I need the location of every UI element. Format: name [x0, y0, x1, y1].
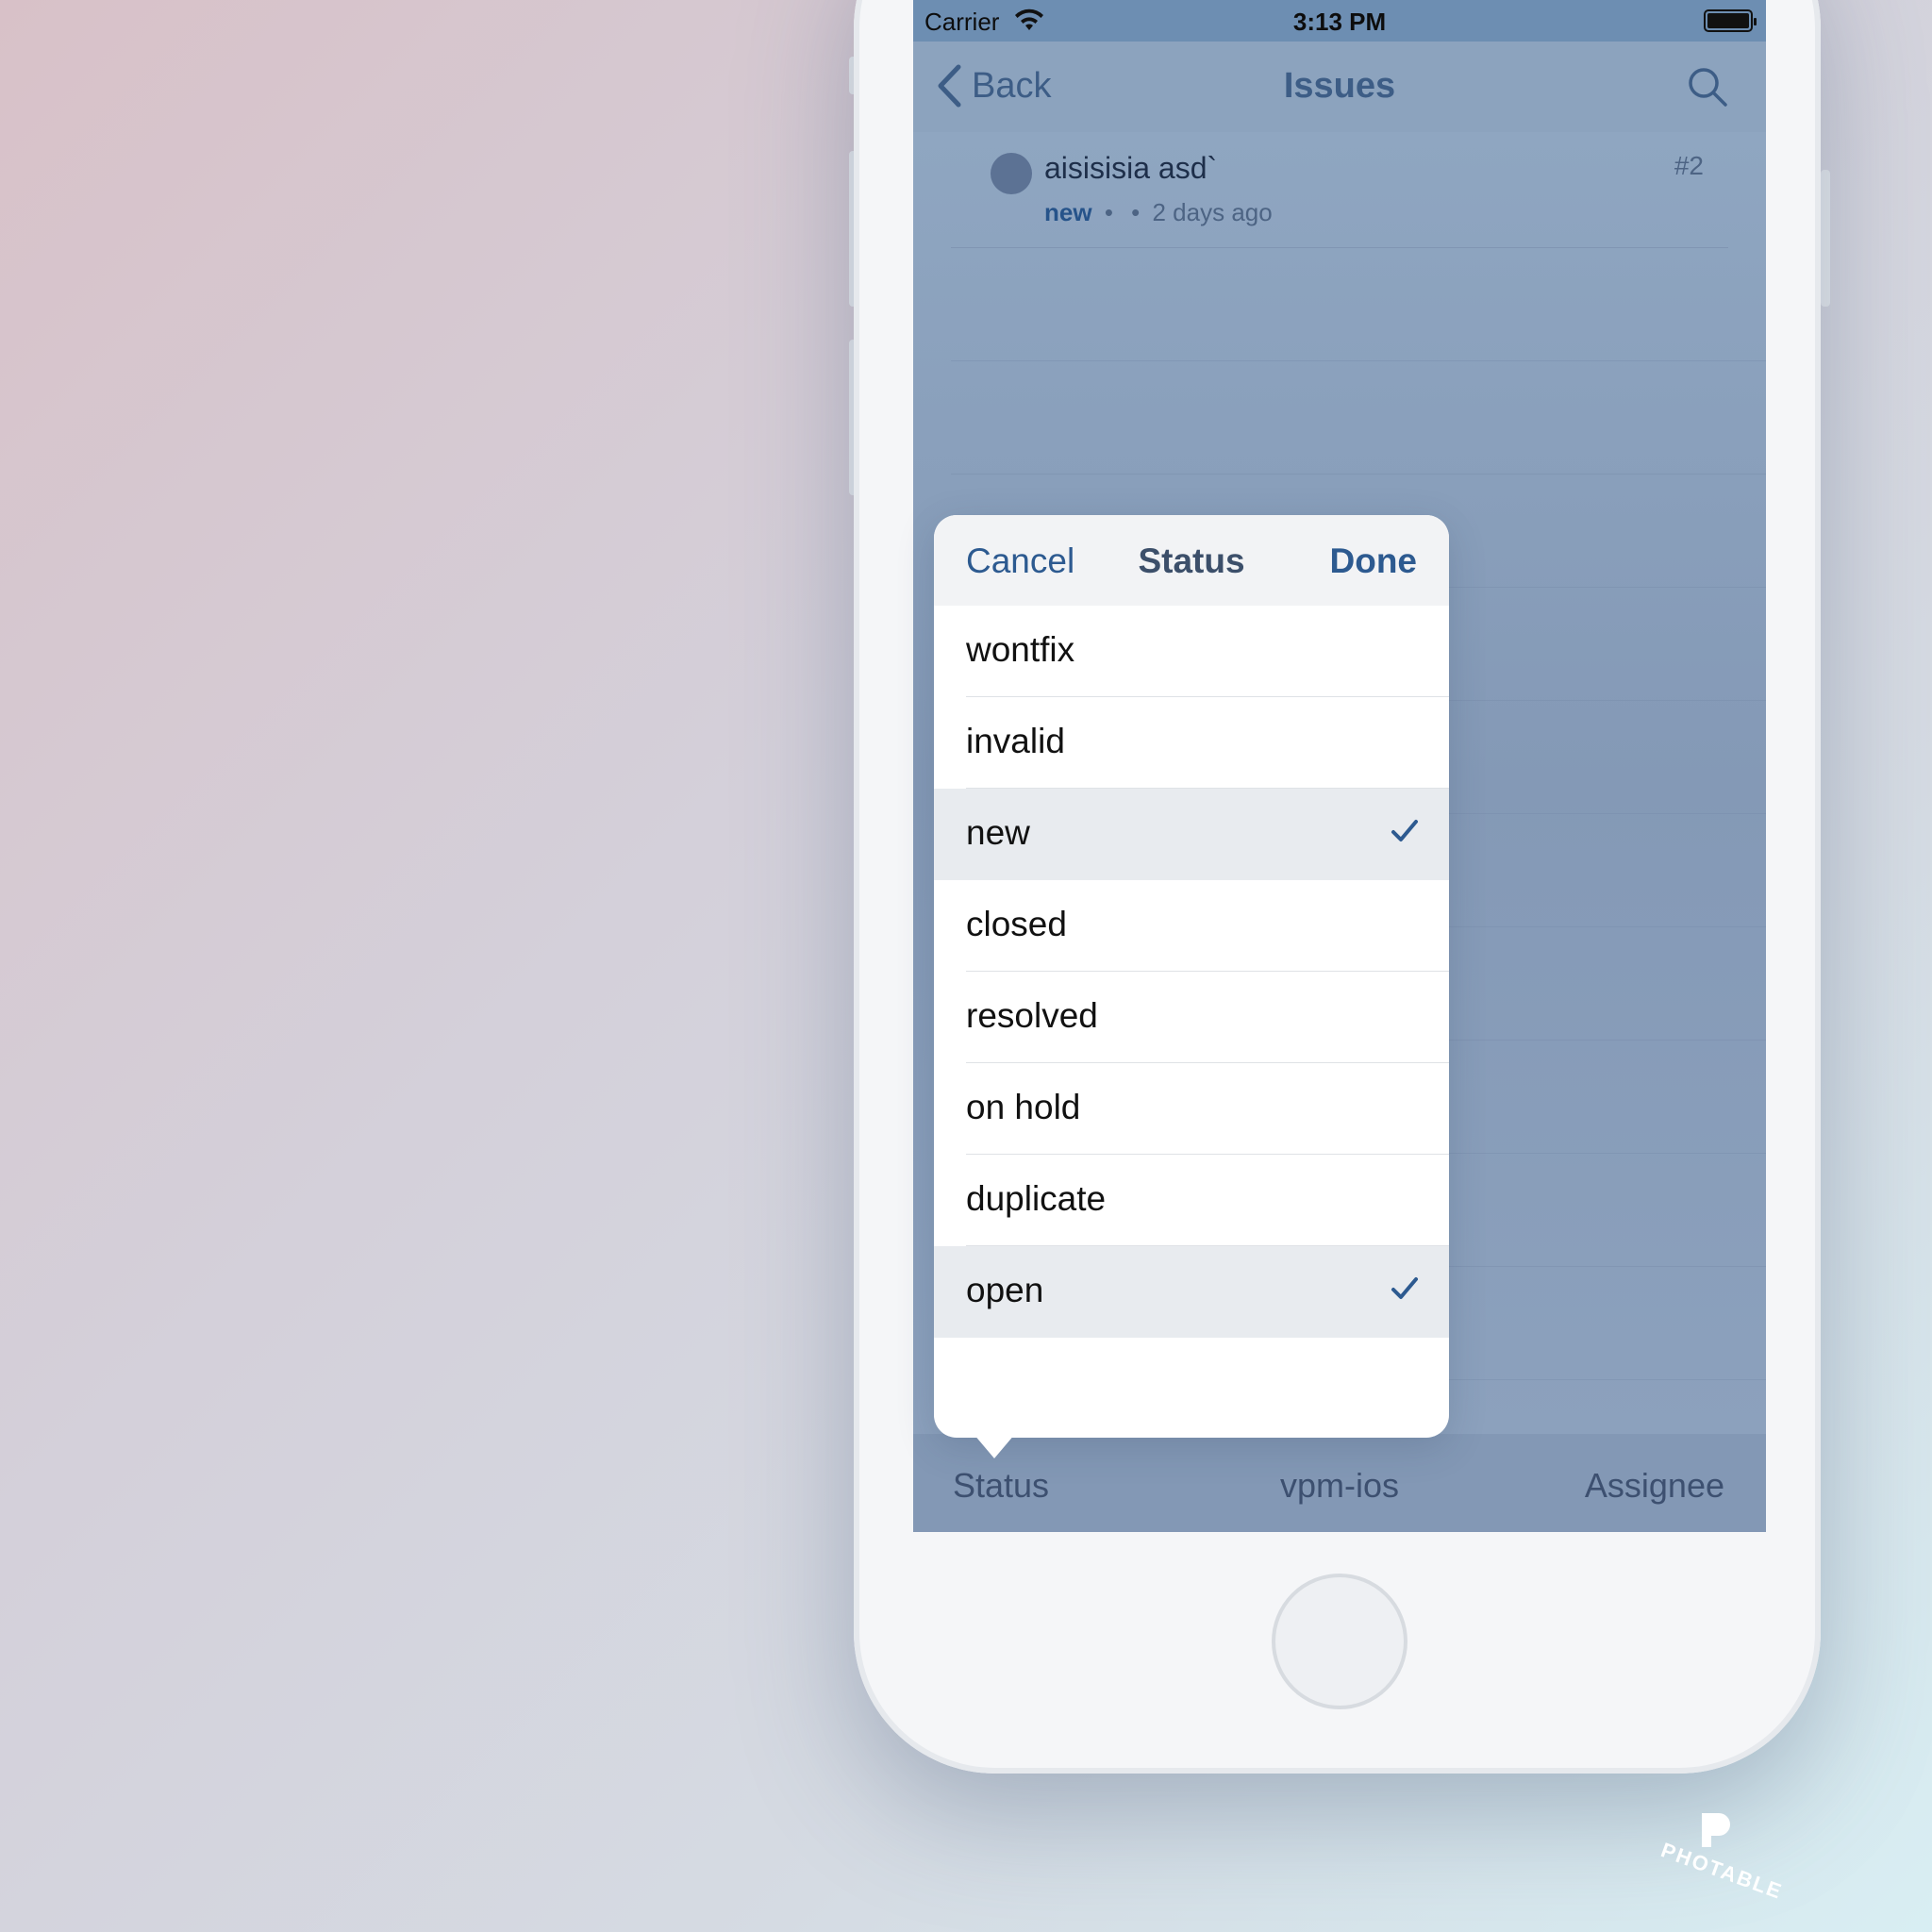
status-option-label: open [966, 1271, 1044, 1309]
battery-icon [1704, 9, 1757, 32]
meta-bullet: • [1131, 198, 1141, 226]
status-bar: Carrier 3:13 PM [913, 0, 1766, 42]
issue-title: aisisisia asd` [1044, 151, 1218, 185]
status-picker-popover: Cancel Status Done wontfix invalid new c… [934, 515, 1449, 1438]
status-option-label: on hold [966, 1088, 1081, 1126]
issue-row[interactable]: aisisisia asd` #2 new • • 2 days ago [951, 132, 1728, 248]
status-option[interactable]: open [934, 1246, 1449, 1338]
popover-arrow [974, 1434, 1015, 1458]
photable-watermark: PHOTABLE [1658, 1807, 1786, 1921]
power-button [1821, 170, 1830, 307]
done-button[interactable]: Done [1330, 541, 1418, 581]
page-title: Issues [1283, 66, 1396, 106]
status-option[interactable]: closed [934, 880, 1449, 972]
status-option-label: invalid [966, 722, 1065, 760]
photable-logo-icon [1702, 1813, 1730, 1847]
bottom-toolbar: Status vpm-ios Assignee [913, 1434, 1766, 1532]
checkmark-icon [1391, 820, 1418, 841]
list-divider [951, 360, 1766, 361]
status-option[interactable]: on hold [934, 1063, 1449, 1155]
status-option[interactable]: wontfix [934, 606, 1449, 697]
status-option[interactable]: resolved [934, 972, 1449, 1063]
status-option-label: closed [966, 905, 1067, 943]
home-button[interactable] [1272, 1574, 1407, 1709]
issue-number: #2 [1674, 151, 1704, 180]
status-option[interactable]: invalid [934, 697, 1449, 789]
issue-status-dot [991, 153, 1032, 194]
status-option-list: wontfix invalid new closed resolved on h… [934, 606, 1449, 1338]
status-option[interactable]: duplicate [934, 1155, 1449, 1246]
status-option-label: new [966, 813, 1030, 852]
search-icon[interactable] [1687, 66, 1728, 108]
issue-meta: new • • 2 days ago [1044, 198, 1273, 227]
issue-status-tag: new [1044, 198, 1092, 226]
navigation-bar: Back Issues [913, 42, 1766, 132]
meta-bullet: • [1104, 198, 1113, 226]
popover-header: Cancel Status Done [934, 515, 1449, 606]
checkmark-icon [1391, 1277, 1418, 1299]
status-option[interactable]: new [934, 789, 1449, 880]
issue-age: 2 days ago [1152, 198, 1273, 226]
status-option-label: resolved [966, 996, 1098, 1035]
list-divider [951, 474, 1766, 475]
clock-label: 3:13 PM [1292, 8, 1387, 36]
assignee-filter-button[interactable]: Assignee [1585, 1466, 1724, 1506]
status-option-label: wontfix [966, 630, 1075, 669]
status-option-label: duplicate [966, 1179, 1107, 1218]
